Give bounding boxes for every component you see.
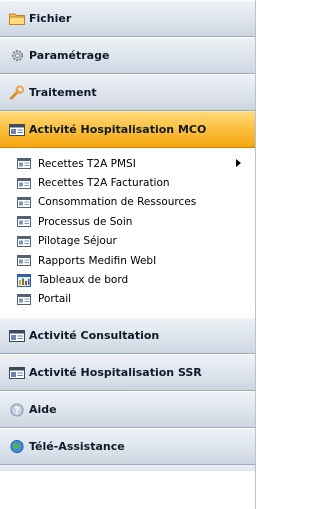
section-traitement-label: Traitement: [29, 86, 97, 99]
menu-item-recettes-t2a-facturation[interactable]: Recettes T2A Facturation: [0, 173, 255, 192]
menu-item-label: Pilotage Séjour: [38, 235, 117, 248]
folder-icon: [8, 11, 26, 27]
section-aide-label: Aide: [29, 403, 57, 417]
menu-item-label: Recettes T2A PMSI: [38, 157, 136, 170]
section-aide[interactable]: ? Aide: [0, 391, 255, 429]
report-icon: [17, 235, 31, 247]
submenu-arrow-icon: [236, 159, 241, 167]
menu-item-recettes-t2a-pmsi[interactable]: Recettes T2A PMSI: [0, 154, 255, 173]
window-icon: [8, 122, 26, 138]
dashboard-icon: [17, 273, 31, 287]
section-parametrage[interactable]: Paramétrage: [0, 37, 255, 74]
menu-item-rapports-medifin-webi[interactable]: Rapports Medifin WebI: [0, 251, 255, 270]
navigation-menu: Fichier Paramétrage Traitement Activité …: [0, 0, 256, 509]
menu-item-label: Recettes T2A Facturation: [38, 177, 170, 190]
section-consultation-label: Activité Consultation: [29, 329, 160, 343]
section-ssr-label: Activité Hospitalisation SSR: [29, 366, 202, 380]
section-consultation[interactable]: Activité Consultation: [0, 317, 255, 355]
section-mco-label: Activité Hospitalisation MCO: [29, 123, 207, 136]
menu-item-portail[interactable]: Portail: [0, 290, 255, 309]
menu-item-consommation-ressources[interactable]: Consommation de Ressources: [0, 193, 255, 212]
menu-item-pilotage-sejour[interactable]: Pilotage Séjour: [0, 232, 255, 251]
report-icon: [17, 293, 31, 305]
gear-icon: [8, 48, 26, 64]
section-ssr[interactable]: Activité Hospitalisation SSR: [0, 354, 255, 392]
window-icon: [8, 365, 26, 381]
section-traitement[interactable]: Traitement: [0, 74, 255, 111]
report-icon: [17, 255, 31, 267]
section-fichier-label: Fichier: [29, 12, 72, 25]
menu-item-label: Portail: [38, 293, 72, 306]
window-icon: [8, 328, 26, 344]
menu-item-label: Processus de Soin: [38, 215, 133, 228]
menu-item-label: Rapports Medifin WebI: [38, 254, 157, 267]
report-icon: [17, 158, 31, 170]
section-teleassistance-label: Télé-Assistance: [29, 440, 125, 454]
menu-item-label: Tableaux de bord: [38, 274, 129, 287]
menu-footer: [0, 465, 255, 472]
section-fichier[interactable]: Fichier: [0, 0, 255, 37]
report-icon: [17, 216, 31, 228]
report-icon: [17, 196, 31, 208]
wrench-icon: [8, 85, 26, 101]
section-mco[interactable]: Activité Hospitalisation MCO: [0, 111, 255, 148]
menu-item-tableaux-de-bord[interactable]: Tableaux de bord: [0, 270, 255, 289]
help-icon: ?: [8, 402, 26, 418]
svg-text:?: ?: [14, 406, 19, 416]
menu-item-processus-soin[interactable]: Processus de Soin: [0, 212, 255, 231]
mco-submenu: Recettes T2A PMSI Recettes T2A Facturati…: [0, 148, 255, 318]
globe-icon: [8, 439, 26, 455]
section-teleassistance[interactable]: Télé-Assistance: [0, 428, 255, 466]
section-parametrage-label: Paramétrage: [29, 49, 110, 62]
menu-item-label: Consommation de Ressources: [38, 196, 197, 209]
report-icon: [17, 177, 31, 189]
